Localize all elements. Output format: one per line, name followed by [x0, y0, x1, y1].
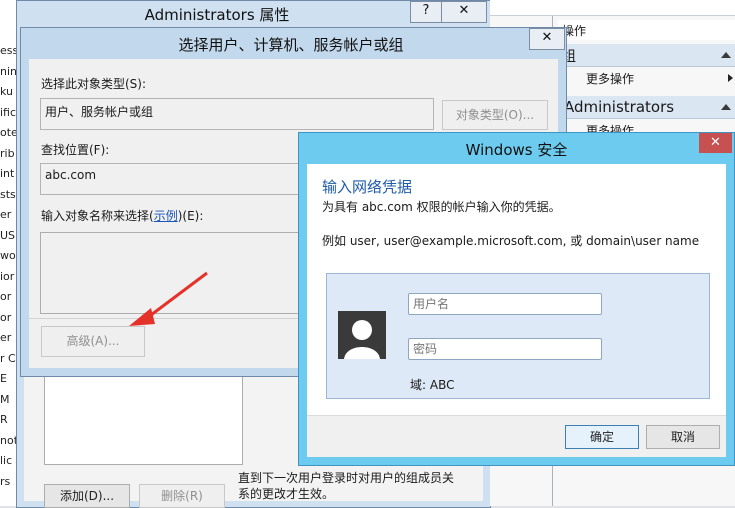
collapse-up-icon: [721, 52, 731, 58]
background-list-fragment: R: [0, 413, 8, 426]
background-list-fragment: or: [0, 310, 12, 324]
background-list-fragment: rib: [0, 146, 15, 160]
background-list-strip: ess nin ku ific ote rib int sts er US wo ior or or er r…: [0, 0, 17, 506]
username-input[interactable]: [408, 293, 602, 315]
background-list-fragment: wo: [0, 249, 16, 262]
background-list-fragment: ku: [0, 85, 14, 98]
credential-tile: 域: ABC: [326, 273, 710, 399]
actions-panel-border: [490, 0, 735, 16]
object-type-button[interactable]: 对象类型(O)...: [442, 100, 548, 130]
select-users-title: 选择用户、计算机、服务帐户或组: [178, 36, 404, 54]
background-list-fragment: E: [0, 372, 7, 385]
background-list-fragment: not: [0, 433, 16, 447]
close-icon: ✕: [458, 3, 470, 18]
background-list-fragment: ific: [0, 105, 16, 119]
group-actions-header[interactable]: 组: [558, 44, 735, 67]
admin-close-button[interactable]: ✕: [441, 1, 487, 23]
location-field: abc.com: [40, 163, 310, 195]
enter-names-label-pre: 输入对象名称来选择(: [41, 209, 154, 223]
administrators-actions-label: Administrators: [564, 98, 675, 116]
red-arrow-icon: [129, 271, 208, 326]
help-button[interactable]: ?: [410, 1, 442, 23]
background-list-fragment: or: [0, 290, 12, 303]
background-list-fragment: nin: [0, 64, 16, 78]
credential-example: 例如 user, user@example.microsoft.com, 或 d…: [322, 234, 700, 248]
object-type-field: 用户、服务帐户或组: [40, 98, 434, 130]
object-type-label: 选择此对象类型(S):: [41, 77, 147, 91]
background-list-fragment: r C: [0, 351, 16, 365]
security-title: Windows 安全: [465, 141, 568, 159]
members-list[interactable]: [44, 371, 243, 465]
background-list-fragment: US: [0, 228, 16, 242]
close-icon: ✕: [541, 30, 553, 45]
submenu-right-icon: [728, 74, 733, 82]
security-close-button[interactable]: ✕: [699, 133, 732, 153]
add-button[interactable]: 添加(D)...: [44, 484, 130, 508]
membership-note: 直到下一次用户登录时对用户的组成员关系的更改才生效。: [238, 471, 455, 501]
enter-names-label-post: )(E):: [177, 209, 204, 223]
credential-subtitle: 为具有 abc.com 权限的帐户输入你的凭据。: [322, 200, 561, 214]
ok-button[interactable]: 确定: [565, 425, 639, 449]
administrators-window-title: Administrators 属性: [144, 6, 290, 24]
background-list-fragment: sts: [0, 187, 16, 201]
enter-names-label: 输入对象名称来选择(示例)(E):: [41, 207, 203, 224]
more-actions-label-1: 更多操作: [586, 72, 635, 86]
background-list-fragment: rs: [0, 474, 11, 488]
collapse-up-icon: [721, 104, 731, 110]
select-close-button[interactable]: ✕: [529, 28, 565, 50]
examples-link[interactable]: 示例: [154, 209, 178, 223]
background-list-fragment: ote: [0, 126, 16, 139]
windows-security-window: Windows 安全 ✕ 输入网络凭据 为具有 abc.com 权限的帐户输入你…: [298, 132, 735, 466]
close-icon: ✕: [710, 135, 721, 150]
user-avatar-icon: [338, 311, 386, 359]
domain-label: 域: ABC: [410, 378, 455, 392]
background-list-fragment: lic: [0, 454, 13, 467]
actions-header: 操作: [558, 20, 735, 40]
more-actions-item-1[interactable]: 更多操作: [558, 68, 735, 88]
background-list-fragment: er: [0, 331, 12, 344]
cancel-button[interactable]: 取消: [646, 425, 720, 449]
password-input[interactable]: [408, 338, 602, 360]
background-list-fragment: M: [0, 392, 10, 406]
remove-button[interactable]: 删除(R): [139, 484, 225, 508]
background-list-fragment: ior: [0, 269, 15, 283]
credential-heading: 输入网络凭据: [322, 178, 413, 196]
background-list-fragment: ess: [0, 44, 16, 57]
administrators-actions-header[interactable]: Administrators: [558, 96, 735, 119]
location-label: 查找位置(F):: [41, 143, 110, 157]
background-list-fragment: int: [0, 167, 15, 180]
background-list-fragment: er: [0, 208, 12, 221]
